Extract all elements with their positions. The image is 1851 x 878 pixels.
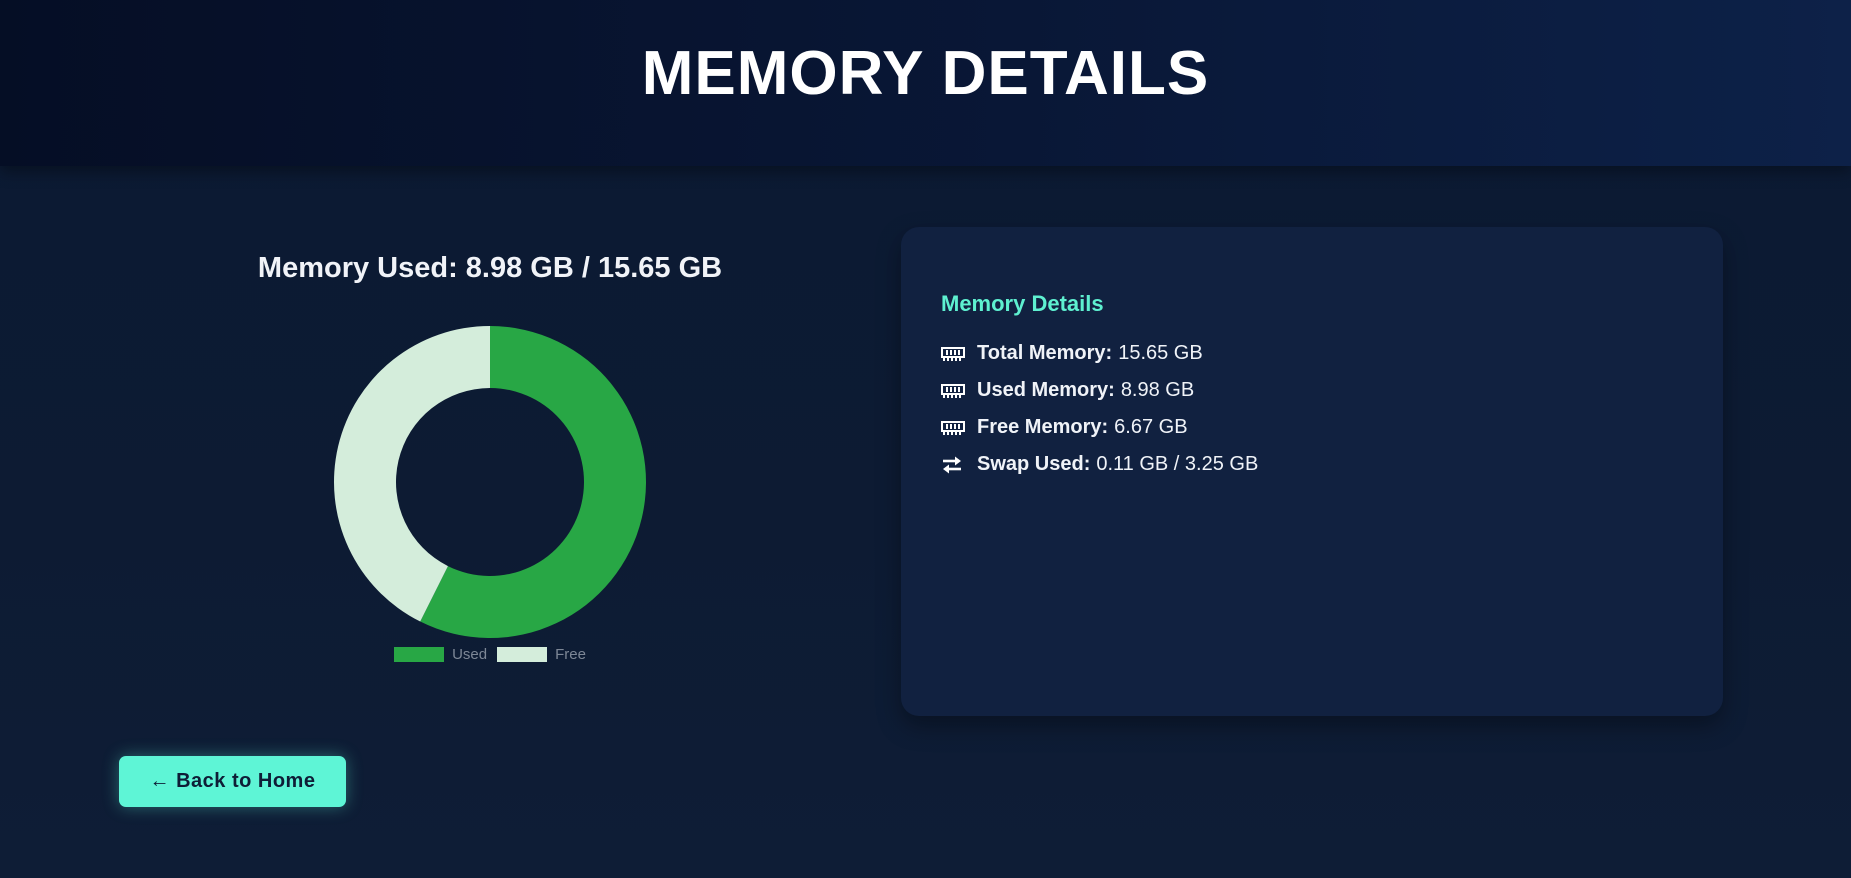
legend-label: Used	[452, 646, 488, 663]
memory-icon	[941, 418, 965, 438]
memory-used-summary: Memory Used: 8.98 GB / 15.65 GB	[257, 252, 723, 284]
memory-icon	[941, 344, 965, 364]
memory-icon	[941, 381, 965, 401]
legend-item-used[interactable]: Used	[394, 646, 487, 663]
detail-label: Total Memory:	[977, 342, 1113, 364]
legend-item-free[interactable]: Free	[497, 646, 586, 663]
back-to-home-button[interactable]: ← Back to Home	[119, 756, 346, 807]
detail-value: 15.65 GB	[1118, 342, 1203, 364]
legend-label: Free	[555, 646, 586, 663]
detail-label: Swap Used:	[977, 453, 1091, 475]
memory-detail-row: Free Memory: 6.67 GB	[941, 409, 1258, 446]
memory-details-list: Total Memory: 15.65 GB Used Memory: 8.98 GB…	[941, 335, 1258, 483]
legend-swatch	[497, 647, 548, 662]
page-header: MEMORY DETAILS	[0, 0, 1851, 166]
card-title: Memory Details	[941, 291, 1104, 316]
detail-value: 8.98 GB	[1120, 379, 1195, 401]
memory-detail-row: Total Memory: 15.65 GB	[941, 335, 1258, 372]
detail-label: Used Memory:	[977, 379, 1115, 401]
memory-chart-section: Memory Used: 8.98 GB / 15.65 GB Used Free	[160, 240, 820, 680]
page-title: MEMORY DETAILS	[641, 39, 1210, 108]
detail-label: Free Memory:	[977, 416, 1109, 438]
memory-details-card: Memory Details Total Memory: 15.65 GB Used…	[901, 227, 1723, 716]
legend-swatch	[394, 647, 445, 662]
chart-legend: Used Free	[160, 646, 820, 663]
detail-value: 6.67 GB	[1114, 416, 1188, 438]
memory-donut-chart	[334, 326, 646, 638]
memory-detail-row: Swap Used: 0.11 GB / 3.25 GB	[941, 446, 1258, 483]
detail-value: 0.11 GB / 3.25 GB	[1096, 453, 1259, 475]
swap-icon	[941, 455, 965, 475]
memory-detail-row: Used Memory: 8.98 GB	[941, 372, 1258, 409]
